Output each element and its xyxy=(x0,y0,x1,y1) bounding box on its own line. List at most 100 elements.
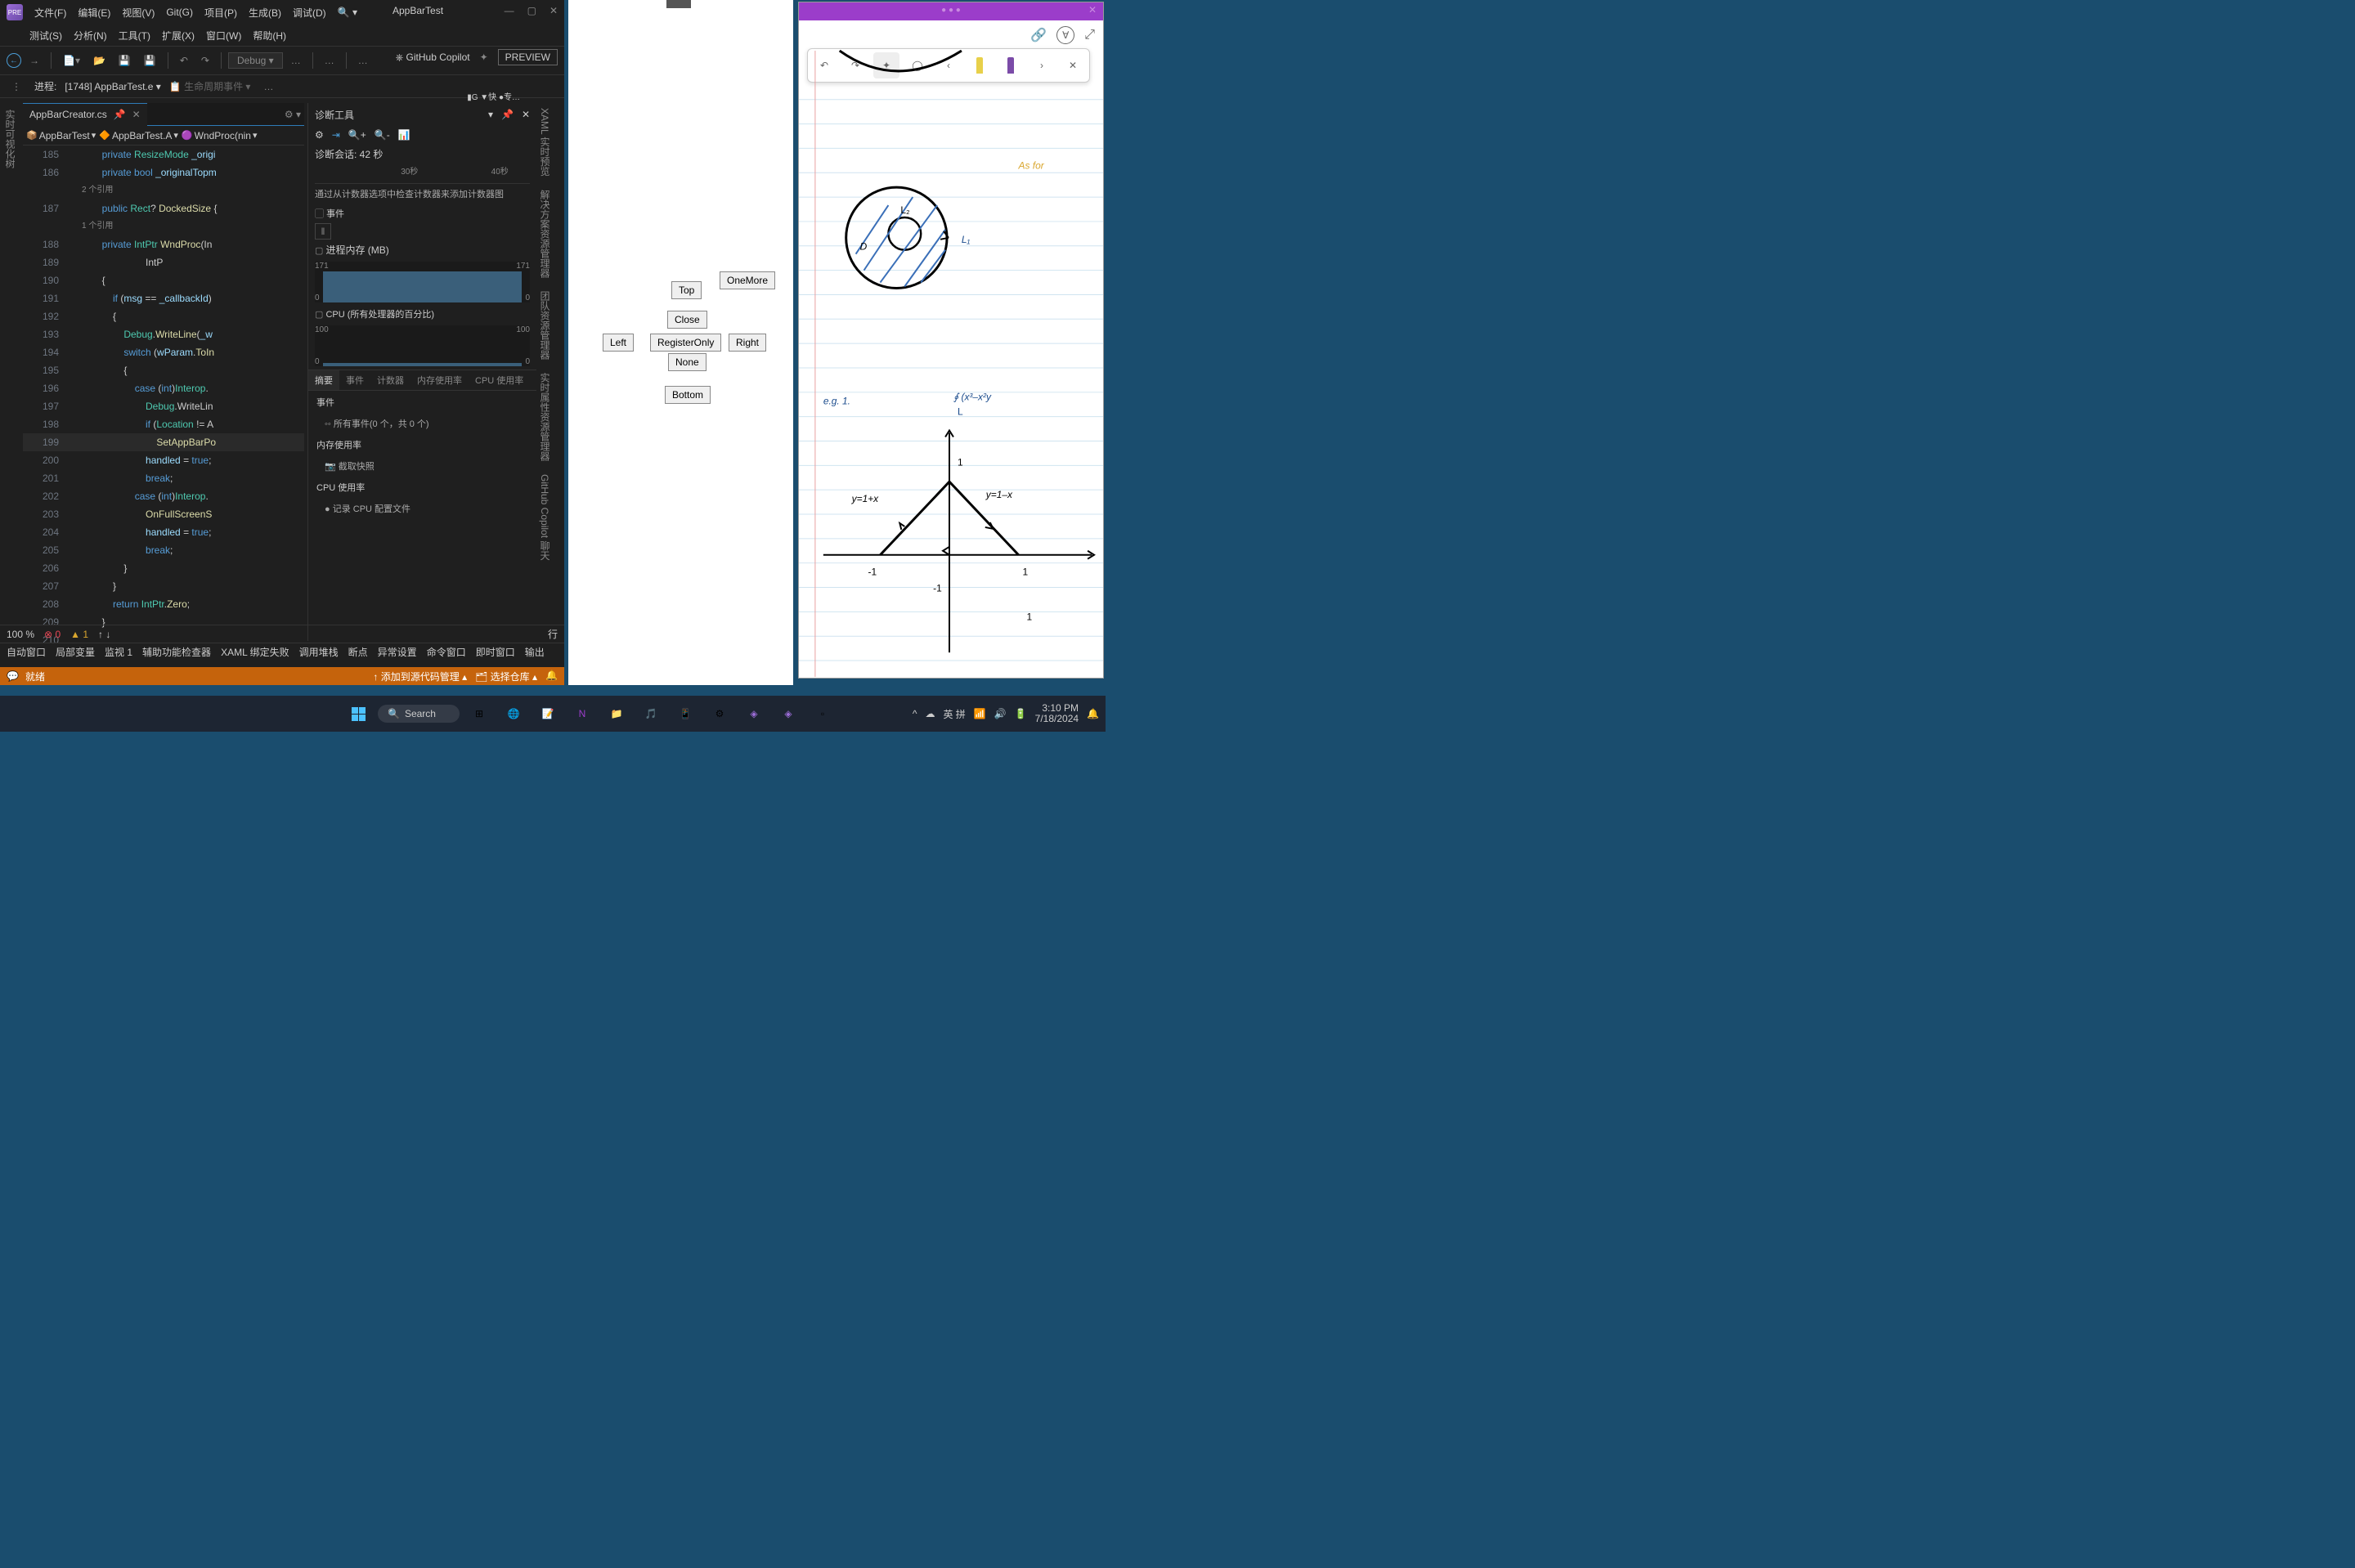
left-button[interactable]: Left xyxy=(603,334,634,352)
code-editor[interactable]: 185 private ResizeMode _origi186 private… xyxy=(23,146,304,649)
link-icon[interactable]: 🔗 xyxy=(1030,27,1047,43)
menu-analyze[interactable]: 分析(N) xyxy=(74,29,107,43)
new-file-icon[interactable]: 📄▾ xyxy=(58,53,85,68)
open-icon[interactable]: 📂 xyxy=(88,53,110,68)
tray-chevron-icon[interactable]: ^ xyxy=(913,708,917,719)
register-button[interactable]: RegisterOnly xyxy=(650,334,721,352)
mem-snapshot[interactable]: 📷 截取快照 xyxy=(308,456,536,476)
diag-chart-icon[interactable]: 📊 xyxy=(398,129,410,141)
phone-icon[interactable]: 📱 xyxy=(671,699,700,728)
menu-window[interactable]: 窗口(W) xyxy=(206,29,241,43)
music-icon[interactable]: 🎵 xyxy=(636,699,666,728)
undo-icon[interactable]: ↶ xyxy=(175,53,193,68)
tab-events[interactable]: 事件 xyxy=(339,370,370,390)
taskbar-search[interactable]: 🔍 Search xyxy=(378,705,460,723)
diag-zoomout-icon[interactable]: 🔍- xyxy=(375,129,390,141)
save-icon[interactable]: 💾 xyxy=(114,53,136,68)
math-icon[interactable]: ∀ xyxy=(1056,26,1074,44)
nav-back-icon[interactable]: ← xyxy=(7,53,21,68)
menu-git[interactable]: Git(G) xyxy=(166,7,193,18)
memory-chart[interactable]: 171 171 0 0 xyxy=(315,262,530,302)
minimize-icon[interactable]: — xyxy=(505,5,514,16)
team-explorer-tab[interactable]: 团队资源管理器 xyxy=(536,286,554,365)
wifi-icon[interactable]: 📶 xyxy=(974,708,986,719)
menu-debug[interactable]: 调试(D) xyxy=(293,6,326,20)
tab-counters[interactable]: 计数器 xyxy=(370,370,410,390)
onenote-canvas[interactable]: D L₂ L₁ As for e.g. 1. ∮ (x³–x²y L y=1+x… xyxy=(799,50,1103,678)
onenote-titlebar[interactable]: ● ● ● ✕ xyxy=(799,2,1103,20)
properties-tab[interactable]: 实时属性资源管理器 xyxy=(536,368,554,466)
editor-tab[interactable]: AppBarCreator.cs 📌 ✕ xyxy=(23,103,147,126)
menu-tools[interactable]: 工具(T) xyxy=(119,29,150,43)
xaml-preview-tab[interactable]: XAML 实时预览 xyxy=(536,103,554,181)
cpu-record[interactable]: ● 记录 CPU 配置文件 xyxy=(308,499,536,518)
pin-icon[interactable]: 📌 xyxy=(114,109,126,120)
app-taskbar-icon[interactable]: ▫ xyxy=(808,699,837,728)
nav-arrows[interactable]: ↑ ↓ xyxy=(98,629,110,640)
maximize-icon[interactable]: ▢ xyxy=(527,5,536,16)
search-icon[interactable]: 🔍 ▾ xyxy=(338,7,357,18)
process-dropdown[interactable]: [1748] AppBarTest.e ▾ xyxy=(65,81,160,92)
more-icon[interactable]: … xyxy=(286,53,306,68)
right-button[interactable]: Right xyxy=(729,334,766,352)
close-icon[interactable]: ✕ xyxy=(550,5,558,16)
cpu-chart[interactable]: 100 100 0 0 xyxy=(315,325,530,366)
bottom-tab[interactable]: 异常设置 xyxy=(378,645,417,659)
vs-logo-icon[interactable]: PRE xyxy=(7,4,23,20)
diag-export-icon[interactable]: ⇥ xyxy=(332,129,340,141)
scm-button[interactable]: ↑ 添加到源代码管理 ▴ xyxy=(373,670,467,683)
menu-project[interactable]: 项目(P) xyxy=(204,6,237,20)
top-button[interactable]: Top xyxy=(671,281,702,299)
lifecycle-dropdown[interactable]: 📋 生命周期事件 ▾ xyxy=(169,79,251,93)
bc-project[interactable]: 📦 AppBarTest ▾ xyxy=(26,130,96,141)
none-button[interactable]: None xyxy=(668,353,706,371)
bottom-tab[interactable]: 调用堆栈 xyxy=(299,645,339,659)
start-button[interactable] xyxy=(343,699,373,728)
bottom-tab[interactable]: 命令窗口 xyxy=(427,645,466,659)
menu-file[interactable]: 文件(F) xyxy=(34,6,66,20)
process-dd-icon[interactable]: ⋮ xyxy=(7,79,26,94)
volume-icon[interactable]: 🔊 xyxy=(994,708,1007,719)
copilot-chat-tab[interactable]: GitHub Copilot 聊天 xyxy=(536,469,554,565)
tab-cpu[interactable]: CPU 使用率 xyxy=(469,370,530,390)
diag-zoomin-icon[interactable]: 🔍+ xyxy=(348,129,366,141)
edge-icon[interactable]: 🌐 xyxy=(499,699,528,728)
bottom-tab[interactable]: 输出 xyxy=(525,645,545,659)
continue-icon[interactable]: … xyxy=(320,53,339,68)
task-view-icon[interactable]: ⊞ xyxy=(464,699,494,728)
zoom[interactable]: 100 % xyxy=(7,629,34,640)
save-all-icon[interactable]: 💾 xyxy=(139,53,161,68)
diag-dd-icon[interactable]: ▾ xyxy=(488,109,493,120)
bottom-tab[interactable]: XAML 绑定失败 xyxy=(221,645,289,659)
menu-extensions[interactable]: 扩展(X) xyxy=(162,29,195,43)
step-icon[interactable]: … xyxy=(353,53,373,68)
bottom-tab[interactable]: 即时窗口 xyxy=(476,645,515,659)
copilot-chat-icon[interactable]: ✦ xyxy=(480,52,488,63)
notifications-icon[interactable]: 🔔 xyxy=(1087,708,1099,719)
tab-memory[interactable]: 内存使用率 xyxy=(410,370,469,390)
live-visual-tree-tab[interactable]: 实时可视化树 xyxy=(2,106,19,172)
explorer-icon[interactable]: 📁 xyxy=(602,699,631,728)
onedrive-icon[interactable]: ☁ xyxy=(925,708,935,719)
events-all[interactable]: ◦◦ 所有事件(0 个，共 0 个) xyxy=(308,414,536,433)
drag-dots-icon[interactable]: ● ● ● xyxy=(941,6,961,15)
menu-help[interactable]: 帮助(H) xyxy=(253,29,286,43)
error-icon[interactable]: ⊗ 0 xyxy=(44,629,61,640)
bc-method[interactable]: 🟣 WndProc(nin ▾ xyxy=(182,130,258,141)
tab-settings-icon[interactable]: ⚙ ▾ xyxy=(285,109,301,120)
repo-button[interactable]: 🗂 选择仓库 ▴ xyxy=(475,670,537,683)
close-button[interactable]: Close xyxy=(667,311,707,329)
diag-settings-icon[interactable]: ⚙ xyxy=(315,129,324,141)
bottom-button[interactable]: Bottom xyxy=(665,386,711,404)
bottom-tab[interactable]: 断点 xyxy=(348,645,368,659)
bottom-tab[interactable]: 监视 1 xyxy=(105,645,132,659)
feedback-icon[interactable]: 💬 xyxy=(7,670,19,682)
nav-fwd-icon[interactable]: → xyxy=(25,53,44,68)
menu-build[interactable]: 生成(B) xyxy=(249,6,281,20)
onemore-button[interactable]: OneMore xyxy=(720,271,775,289)
solution-explorer-tab[interactable]: 解决方案资源管理器 xyxy=(536,185,554,283)
diag-pin-icon[interactable]: 📌 xyxy=(501,109,514,120)
pause-button[interactable]: ‖ xyxy=(315,223,331,240)
bottom-tab[interactable]: 局部变量 xyxy=(56,645,95,659)
diag-close-icon[interactable]: ✕ xyxy=(522,109,530,120)
